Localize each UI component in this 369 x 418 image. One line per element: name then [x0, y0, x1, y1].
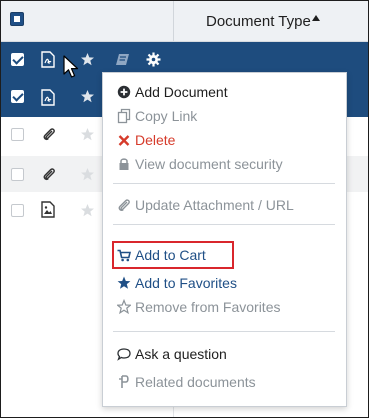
star-filled-icon	[117, 276, 131, 289]
menu-item-copy-link[interactable]: Copy Link	[103, 105, 346, 129]
paperclip-icon	[43, 168, 55, 181]
row-checkbox[interactable]	[11, 128, 24, 141]
menu-item-label: Update Attachment / URL	[135, 197, 294, 213]
notes-icon[interactable]	[115, 53, 130, 66]
related-icon	[119, 375, 129, 388]
menu-item-label: Delete	[135, 132, 176, 148]
mouse-cursor-icon	[63, 55, 79, 78]
menu-item-add-to-cart[interactable]: Add to Cart	[103, 244, 346, 268]
menu-item-update-attachment[interactable]: Update Attachment / URL	[103, 194, 346, 218]
menu-item-related-documents[interactable]: Related documents	[103, 371, 346, 395]
row-checkbox[interactable]	[11, 168, 24, 181]
star-icon[interactable]	[80, 89, 95, 104]
menu-separator	[113, 331, 335, 332]
star-icon[interactable]	[80, 52, 95, 67]
sort-ascending-icon[interactable]	[312, 15, 320, 21]
column-divider	[173, 1, 174, 41]
column-header-document-type[interactable]: Document Type	[206, 13, 311, 30]
document-grid: Document Type Add Document Copy Link Del…	[0, 0, 369, 418]
cart-icon	[117, 249, 131, 262]
menu-item-view-document-security[interactable]: View document security	[103, 153, 346, 177]
pdf-icon	[41, 51, 55, 68]
menu-item-label: Ask a question	[135, 346, 227, 362]
speech-bubble-icon	[117, 348, 131, 361]
select-all-checkbox[interactable]	[10, 12, 24, 26]
context-menu: Add Document Copy Link Delete View docum…	[102, 72, 347, 407]
pdf-icon	[41, 89, 55, 106]
menu-separator	[113, 224, 335, 225]
lock-icon	[119, 158, 129, 170]
plus-circle-icon	[117, 85, 131, 99]
menu-item-label: Copy Link	[135, 108, 198, 124]
menu-item-remove-from-favorites[interactable]: Remove from Favorites	[103, 296, 346, 320]
paperclip-icon	[118, 199, 130, 212]
menu-item-label: View document security	[135, 156, 283, 172]
row-checkbox[interactable]	[11, 53, 24, 66]
row-checkbox[interactable]	[11, 204, 24, 217]
gear-icon[interactable]	[146, 52, 161, 67]
image-file-icon	[41, 201, 55, 218]
paperclip-icon	[43, 128, 55, 141]
star-icon[interactable]	[80, 167, 95, 182]
menu-item-label: Remove from Favorites	[135, 299, 281, 315]
menu-item-label: Add to Favorites	[135, 275, 237, 291]
menu-item-delete[interactable]: Delete	[103, 129, 346, 153]
copy-icon	[117, 108, 131, 124]
menu-item-add-document[interactable]: Add Document	[103, 81, 346, 105]
row-checkbox[interactable]	[11, 90, 24, 103]
star-outline-icon	[117, 299, 131, 315]
menu-item-add-to-favorites[interactable]: Add to Favorites	[103, 272, 346, 296]
menu-item-label: Add Document	[135, 84, 228, 100]
menu-separator	[113, 183, 335, 184]
menu-item-label: Related documents	[135, 374, 256, 390]
grid-header: Document Type	[1, 1, 368, 42]
star-icon[interactable]	[80, 127, 95, 142]
x-icon	[118, 135, 130, 146]
menu-item-label: Add to Cart	[135, 247, 206, 263]
star-icon[interactable]	[80, 203, 95, 218]
menu-item-ask-a-question[interactable]: Ask a question	[103, 343, 346, 367]
